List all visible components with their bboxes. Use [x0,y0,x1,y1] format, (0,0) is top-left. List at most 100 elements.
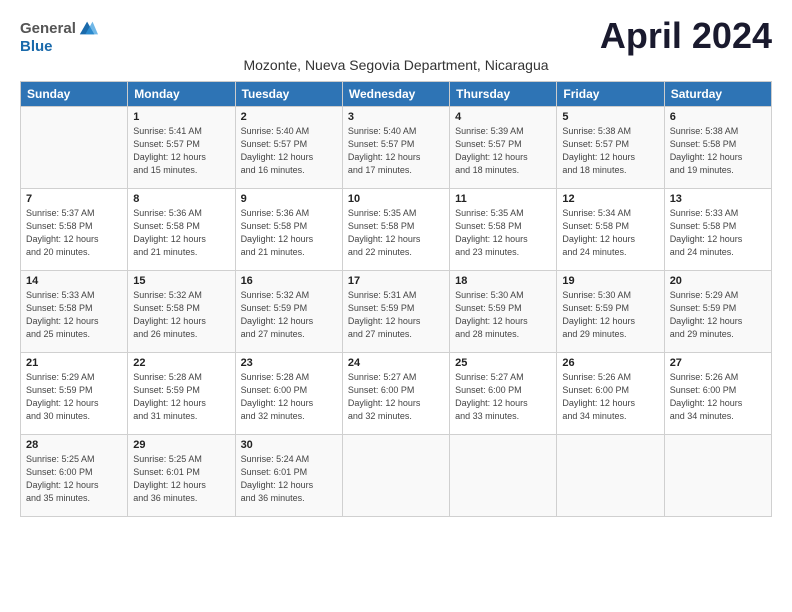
calendar-cell: 19 Sunrise: 5:30 AM Sunset: 5:59 PM Dayli… [557,271,664,353]
calendar-cell: 4 Sunrise: 5:39 AM Sunset: 5:57 PM Daylig… [450,107,557,189]
calendar-cell: 18 Sunrise: 5:30 AM Sunset: 5:59 PM Dayli… [450,271,557,353]
day-info: Sunrise: 5:27 AM Sunset: 6:00 PM Dayligh… [348,371,444,423]
logo-general-text: General [20,20,76,37]
subtitle: Mozonte, Nueva Segovia Department, Nicar… [20,57,772,73]
logo-blue-text: Blue [20,38,53,55]
calendar-cell: 2 Sunrise: 5:40 AM Sunset: 5:57 PM Daylig… [235,107,342,189]
day-info: Sunrise: 5:35 AM Sunset: 5:58 PM Dayligh… [348,207,444,259]
day-info: Sunrise: 5:29 AM Sunset: 5:59 PM Dayligh… [670,289,766,341]
day-info: Sunrise: 5:29 AM Sunset: 5:59 PM Dayligh… [26,371,122,423]
weekday-header-saturday: Saturday [664,82,771,107]
day-number: 18 [455,275,551,287]
calendar-cell: 6 Sunrise: 5:38 AM Sunset: 5:58 PM Daylig… [664,107,771,189]
day-number: 25 [455,357,551,369]
day-number: 8 [133,193,229,205]
calendar-cell [450,435,557,517]
calendar-cell: 7Sunrise: 5:37 AM Sunset: 5:58 PM Daylig… [21,189,128,271]
day-info: Sunrise: 5:32 AM Sunset: 5:58 PM Dayligh… [133,289,229,341]
day-number: 2 [241,111,337,123]
calendar-cell: 28 Sunrise: 5:25 AM Sunset: 6:00 PM Dayli… [21,435,128,517]
calendar-cell: 16 Sunrise: 5:32 AM Sunset: 5:59 PM Dayli… [235,271,342,353]
day-number: 21 [26,357,122,369]
calendar-cell: 25Sunrise: 5:27 AM Sunset: 6:00 PM Dayli… [450,353,557,435]
day-info: Sunrise: 5:33 AM Sunset: 5:58 PM Dayligh… [670,207,766,259]
day-info: Sunrise: 5:30 AM Sunset: 5:59 PM Dayligh… [455,289,551,341]
calendar-cell [342,435,449,517]
day-info: Sunrise: 5:26 AM Sunset: 6:00 PM Dayligh… [670,371,766,423]
day-number: 19 [562,275,658,287]
calendar-cell: 12Sunrise: 5:34 AM Sunset: 5:58 PM Dayli… [557,189,664,271]
day-number: 26 [562,357,658,369]
day-number: 7 [26,193,122,205]
weekday-header-tuesday: Tuesday [235,82,342,107]
day-info: Sunrise: 5:31 AM Sunset: 5:59 PM Dayligh… [348,289,444,341]
weekday-header-sunday: Sunday [21,82,128,107]
day-info: Sunrise: 5:40 AM Sunset: 5:57 PM Dayligh… [348,125,444,177]
day-number: 29 [133,439,229,451]
day-number: 9 [241,193,337,205]
day-info: Sunrise: 5:25 AM Sunset: 6:00 PM Dayligh… [26,453,122,505]
day-info: Sunrise: 5:32 AM Sunset: 5:59 PM Dayligh… [241,289,337,341]
day-info: Sunrise: 5:36 AM Sunset: 5:58 PM Dayligh… [241,207,337,259]
calendar-cell: 8Sunrise: 5:36 AM Sunset: 5:58 PM Daylig… [128,189,235,271]
day-info: Sunrise: 5:30 AM Sunset: 5:59 PM Dayligh… [562,289,658,341]
calendar-header-row: SundayMondayTuesdayWednesdayThursdayFrid… [21,82,772,107]
weekday-header-friday: Friday [557,82,664,107]
calendar-cell: 30 Sunrise: 5:24 AM Sunset: 6:01 PM Dayli… [235,435,342,517]
day-number: 16 [241,275,337,287]
logo: General Blue [20,18,98,55]
day-number: 6 [670,111,766,123]
calendar-week-row: 7Sunrise: 5:37 AM Sunset: 5:58 PM Daylig… [21,189,772,271]
day-info: Sunrise: 5:24 AM Sunset: 6:01 PM Dayligh… [241,453,337,505]
day-number: 10 [348,193,444,205]
day-number: 14 [26,275,122,287]
calendar-cell: 22 Sunrise: 5:28 AM Sunset: 5:59 PM Dayli… [128,353,235,435]
day-number: 17 [348,275,444,287]
calendar-cell: 13 Sunrise: 5:33 AM Sunset: 5:58 PM Dayli… [664,189,771,271]
calendar-table: SundayMondayTuesdayWednesdayThursdayFrid… [20,81,772,517]
day-number: 30 [241,439,337,451]
day-number: 4 [455,111,551,123]
day-number: 22 [133,357,229,369]
calendar-cell: 10 Sunrise: 5:35 AM Sunset: 5:58 PM Dayli… [342,189,449,271]
day-info: Sunrise: 5:35 AM Sunset: 5:58 PM Dayligh… [455,207,551,259]
day-info: Sunrise: 5:28 AM Sunset: 6:00 PM Dayligh… [241,371,337,423]
calendar-cell: 20 Sunrise: 5:29 AM Sunset: 5:59 PM Dayli… [664,271,771,353]
calendar-cell: 24 Sunrise: 5:27 AM Sunset: 6:00 PM Dayli… [342,353,449,435]
day-number: 15 [133,275,229,287]
calendar-cell [21,107,128,189]
page: General Blue April 2024 Mozonte, Nueva S… [0,0,792,612]
header: General Blue April 2024 [20,18,772,55]
day-info: Sunrise: 5:34 AM Sunset: 5:58 PM Dayligh… [562,207,658,259]
calendar-cell: 14 Sunrise: 5:33 AM Sunset: 5:58 PM Dayli… [21,271,128,353]
calendar-cell: 27 Sunrise: 5:26 AM Sunset: 6:00 PM Dayli… [664,353,771,435]
day-number: 3 [348,111,444,123]
day-number: 27 [670,357,766,369]
calendar-cell: 15 Sunrise: 5:32 AM Sunset: 5:58 PM Dayli… [128,271,235,353]
calendar-cell: 3 Sunrise: 5:40 AM Sunset: 5:57 PM Daylig… [342,107,449,189]
day-number: 11 [455,193,551,205]
weekday-header-monday: Monday [128,82,235,107]
day-number: 20 [670,275,766,287]
day-info: Sunrise: 5:40 AM Sunset: 5:57 PM Dayligh… [241,125,337,177]
calendar-cell: 9 Sunrise: 5:36 AM Sunset: 5:58 PM Daylig… [235,189,342,271]
day-number: 13 [670,193,766,205]
day-number: 28 [26,439,122,451]
day-info: Sunrise: 5:33 AM Sunset: 5:58 PM Dayligh… [26,289,122,341]
day-info: Sunrise: 5:25 AM Sunset: 6:01 PM Dayligh… [133,453,229,505]
day-info: Sunrise: 5:26 AM Sunset: 6:00 PM Dayligh… [562,371,658,423]
calendar-cell: 23 Sunrise: 5:28 AM Sunset: 6:00 PM Dayli… [235,353,342,435]
day-info: Sunrise: 5:38 AM Sunset: 5:58 PM Dayligh… [670,125,766,177]
day-number: 5 [562,111,658,123]
calendar-week-row: 28 Sunrise: 5:25 AM Sunset: 6:00 PM Dayli… [21,435,772,517]
day-number: 23 [241,357,337,369]
month-title: April 2024 [600,18,772,54]
calendar-cell: 11 Sunrise: 5:35 AM Sunset: 5:58 PM Dayli… [450,189,557,271]
calendar-week-row: 21 Sunrise: 5:29 AM Sunset: 5:59 PM Dayli… [21,353,772,435]
weekday-header-wednesday: Wednesday [342,82,449,107]
day-info: Sunrise: 5:28 AM Sunset: 5:59 PM Dayligh… [133,371,229,423]
day-info: Sunrise: 5:39 AM Sunset: 5:57 PM Dayligh… [455,125,551,177]
calendar-week-row: 1Sunrise: 5:41 AM Sunset: 5:57 PM Daylig… [21,107,772,189]
calendar-cell: 5Sunrise: 5:38 AM Sunset: 5:57 PM Daylig… [557,107,664,189]
day-number: 24 [348,357,444,369]
